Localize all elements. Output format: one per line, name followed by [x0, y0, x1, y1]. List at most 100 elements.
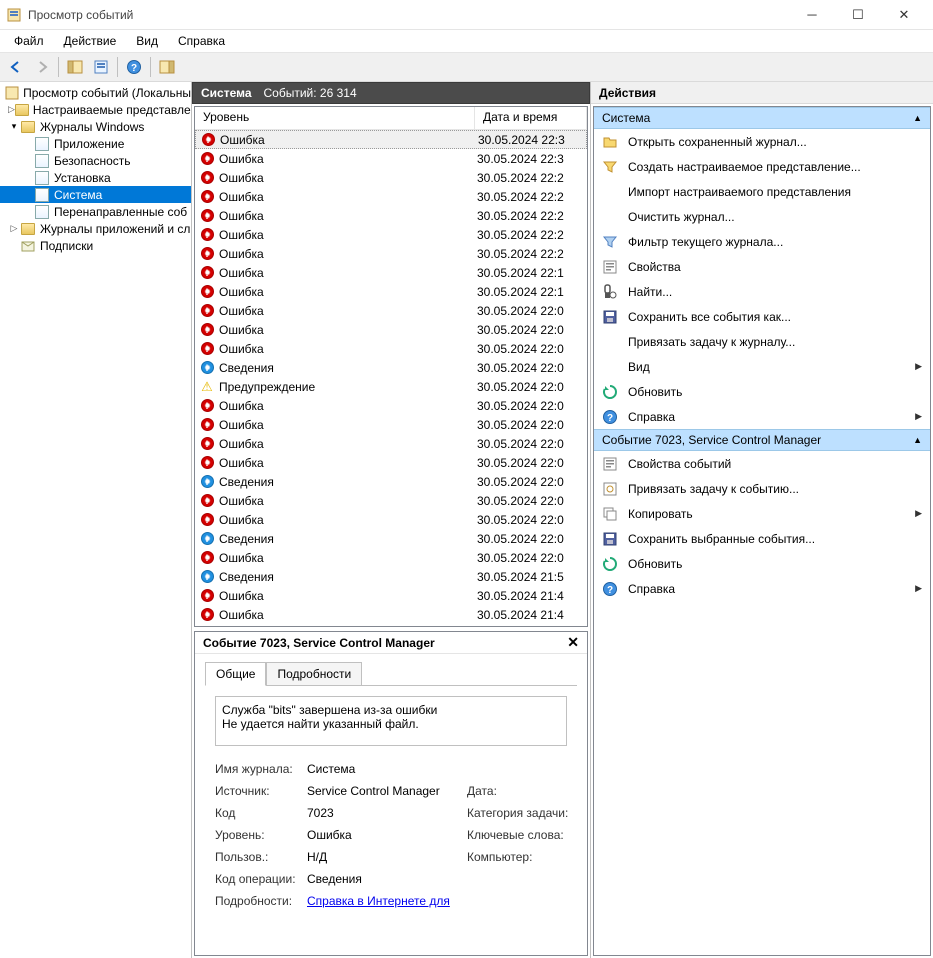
event-row[interactable]: Ошибка30.05.2024 22:3: [195, 130, 587, 149]
event-date-text: 30.05.2024 22:2: [477, 228, 587, 242]
event-row[interactable]: Ошибка30.05.2024 22:3: [195, 149, 587, 168]
event-row[interactable]: Ошибка30.05.2024 22:2: [195, 187, 587, 206]
event-row[interactable]: Ошибка30.05.2024 21:4: [195, 605, 587, 624]
tree-windows-logs[interactable]: ▾ Журналы Windows: [0, 118, 191, 135]
help-button[interactable]: ?: [122, 55, 146, 79]
action-item[interactable]: Вид▶: [594, 354, 930, 379]
details-close-button[interactable]: ✕: [567, 634, 579, 651]
event-row[interactable]: Ошибка30.05.2024 22:0: [195, 301, 587, 320]
action-item[interactable]: Создать настраиваемое представление...: [594, 154, 930, 179]
tree-subscriptions[interactable]: Подписки: [0, 237, 191, 254]
event-row[interactable]: Предупреждение30.05.2024 22:0: [195, 377, 587, 396]
action-label: Свойства событий: [628, 457, 922, 471]
tree-log-item[interactable]: Безопасность: [0, 152, 191, 169]
tree-root[interactable]: Просмотр событий (Локальны: [0, 84, 191, 101]
action-item[interactable]: ?Справка▶: [594, 404, 930, 429]
event-row[interactable]: Ошибка30.05.2024 22:0: [195, 491, 587, 510]
event-row[interactable]: Сведения30.05.2024 21:5: [195, 567, 587, 586]
actions-section-label: Событие 7023, Service Control Manager: [602, 433, 821, 447]
tree-custom-views[interactable]: ▷ Настраиваемые представлен: [0, 101, 191, 118]
menu-action[interactable]: Действие: [54, 31, 127, 51]
tree-log-item[interactable]: Перенаправленные соб: [0, 203, 191, 220]
column-level[interactable]: Уровень: [195, 107, 475, 129]
action-item[interactable]: Импорт настраиваемого представления: [594, 179, 930, 204]
actions-panel: Действия Система ▲ Открыть сохраненный ж…: [591, 82, 933, 958]
action-item[interactable]: ?Справка▶: [594, 576, 930, 601]
event-row[interactable]: Ошибка30.05.2024 22:0: [195, 510, 587, 529]
menu-file[interactable]: Файл: [4, 31, 54, 51]
actions-pane-button[interactable]: [155, 55, 179, 79]
action-label: Вид: [628, 360, 915, 374]
event-row[interactable]: Сведения30.05.2024 22:0: [195, 358, 587, 377]
copy-icon: [602, 506, 618, 522]
event-list-header: Уровень Дата и время: [195, 107, 587, 130]
event-row[interactable]: Ошибка30.05.2024 22:2: [195, 225, 587, 244]
tree-log-item[interactable]: Система: [0, 186, 191, 203]
action-item[interactable]: Обновить: [594, 379, 930, 404]
actions-section-system[interactable]: Система ▲: [594, 107, 930, 129]
action-item[interactable]: Обновить: [594, 551, 930, 576]
action-item[interactable]: Свойства: [594, 254, 930, 279]
event-row[interactable]: Ошибка30.05.2024 22:1: [195, 263, 587, 282]
column-datetime[interactable]: Дата и время: [475, 107, 587, 129]
event-row[interactable]: Ошибка30.05.2024 22:1: [195, 282, 587, 301]
error-icon: [199, 265, 215, 281]
tree-log-item[interactable]: Установка: [0, 169, 191, 186]
close-button[interactable]: ✕: [881, 0, 927, 30]
menu-help[interactable]: Справка: [168, 31, 235, 51]
action-item[interactable]: Сохранить все события как...: [594, 304, 930, 329]
action-item[interactable]: Найти...: [594, 279, 930, 304]
action-item[interactable]: Свойства событий: [594, 451, 930, 476]
error-icon: [200, 132, 216, 148]
event-row[interactable]: Ошибка30.05.2024 21:4: [195, 586, 587, 605]
properties-button[interactable]: [89, 55, 113, 79]
minimize-button[interactable]: ─: [789, 0, 835, 30]
event-level-text: Ошибка: [219, 171, 477, 185]
action-item[interactable]: Привязать задачу к журналу...: [594, 329, 930, 354]
find-icon: [602, 284, 618, 300]
actions-section-event[interactable]: Событие 7023, Service Control Manager ▲: [594, 429, 930, 451]
event-row[interactable]: Сведения30.05.2024 22:0: [195, 472, 587, 491]
props-icon: [602, 259, 618, 275]
action-item[interactable]: Сохранить выбранные события...: [594, 526, 930, 551]
expander-icon[interactable]: ▷: [8, 223, 20, 235]
action-item[interactable]: Копировать▶: [594, 501, 930, 526]
event-level-text: Ошибка: [219, 190, 477, 204]
help-link[interactable]: Справка в Интернете для: [307, 894, 450, 908]
menu-view[interactable]: Вид: [126, 31, 168, 51]
event-row[interactable]: Ошибка30.05.2024 22:0: [195, 434, 587, 453]
event-row[interactable]: Ошибка30.05.2024 22:2: [195, 206, 587, 225]
event-level-text: Ошибка: [219, 437, 477, 451]
tree-label: Система: [54, 188, 102, 202]
subscriptions-icon: [20, 238, 36, 254]
event-row[interactable]: Ошибка30.05.2024 22:0: [195, 453, 587, 472]
event-row[interactable]: Сведения30.05.2024 22:0: [195, 529, 587, 548]
tree-label: Настраиваемые представлен: [33, 103, 192, 117]
event-row[interactable]: Ошибка30.05.2024 22:2: [195, 244, 587, 263]
event-row[interactable]: Ошибка30.05.2024 22:0: [195, 548, 587, 567]
action-label: Привязать задачу к событию...: [628, 482, 922, 496]
forward-button[interactable]: [30, 55, 54, 79]
maximize-button[interactable]: ☐: [835, 0, 881, 30]
event-row[interactable]: Ошибка30.05.2024 22:0: [195, 339, 587, 358]
action-item[interactable]: Очистить журнал...: [594, 204, 930, 229]
event-row[interactable]: Ошибка30.05.2024 22:0: [195, 415, 587, 434]
tab-details[interactable]: Подробности: [266, 662, 362, 685]
action-label: Справка: [628, 582, 915, 596]
back-button[interactable]: [4, 55, 28, 79]
details-body: Служба "bits" завершена из-за ошибки Не …: [205, 685, 577, 945]
tree-log-item[interactable]: Приложение: [0, 135, 191, 152]
event-row[interactable]: Ошибка30.05.2024 22:0: [195, 396, 587, 415]
show-hide-button[interactable]: [63, 55, 87, 79]
tab-general[interactable]: Общие: [205, 662, 266, 686]
action-item[interactable]: Открыть сохраненный журнал...: [594, 129, 930, 154]
expander-icon[interactable]: ▷: [8, 104, 15, 116]
tree-app-services-logs[interactable]: ▷ Журналы приложений и сл: [0, 220, 191, 237]
error-icon: [199, 303, 215, 319]
event-list[interactable]: Ошибка30.05.2024 22:3Ошибка30.05.2024 22…: [195, 130, 587, 626]
event-row[interactable]: Ошибка30.05.2024 22:0: [195, 320, 587, 339]
expander-icon[interactable]: ▾: [8, 121, 20, 133]
event-row[interactable]: Ошибка30.05.2024 22:2: [195, 168, 587, 187]
action-item[interactable]: Фильтр текущего журнала...: [594, 229, 930, 254]
action-item[interactable]: Привязать задачу к событию...: [594, 476, 930, 501]
